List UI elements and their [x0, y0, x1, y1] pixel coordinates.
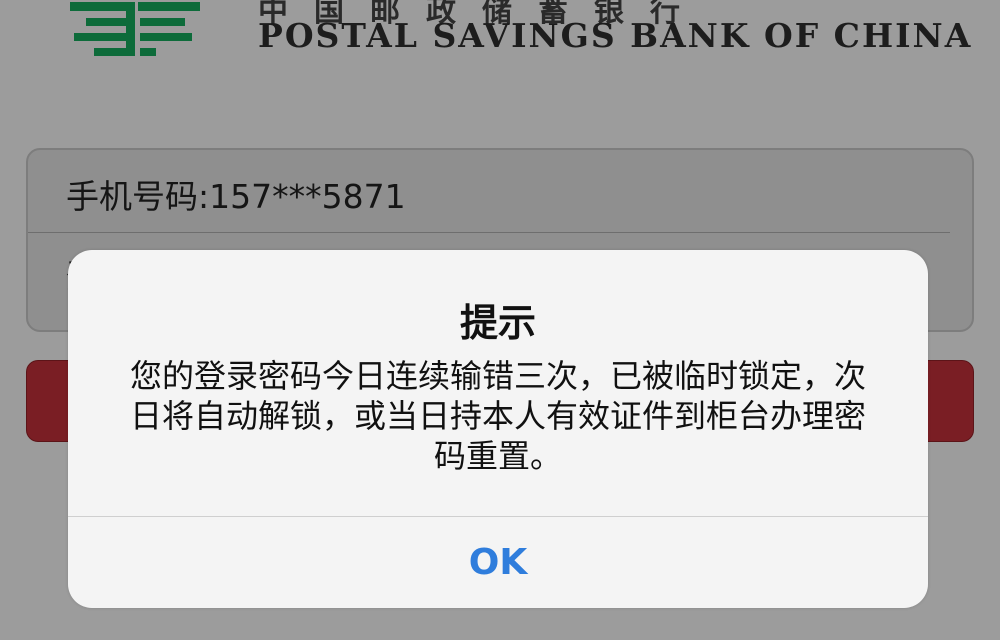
- form-divider: [28, 232, 950, 233]
- bank-name-en: POSTAL SAVINGS BANK OF CHINA: [258, 16, 973, 55]
- postal-logo-icon: [70, 0, 210, 58]
- app-header: 中国邮政储蓄银行 POSTAL SAVINGS BANK OF CHINA: [0, 0, 1000, 70]
- phone-field[interactable]: 手机号码:157***5871: [66, 170, 406, 218]
- phone-value: 157***5871: [209, 177, 406, 216]
- alert-title: 提示: [459, 301, 536, 345]
- alert-message: 您的登录密码今日连续输错三次，已被临时锁定，次日将自动解锁，或当日持本人有效证件…: [129, 357, 866, 475]
- phone-label: 手机号码:: [66, 177, 210, 216]
- ok-button[interactable]: OK: [68, 517, 928, 608]
- alert-dialog: 提示 您的登录密码今日连续输错三次，已被临时锁定，次日将自动解锁，或当日持本人有…: [68, 250, 928, 608]
